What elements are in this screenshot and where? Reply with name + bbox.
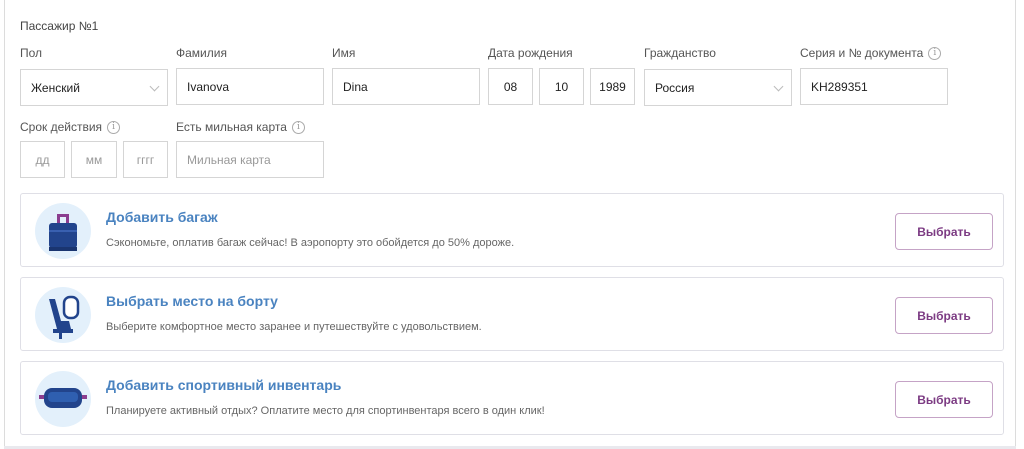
surname-label: Фамилия <box>176 46 227 60</box>
validity-year-placeholder: гггг <box>136 152 155 167</box>
birth-year-value: 1989 <box>599 79 626 94</box>
select-seat-button[interactable]: Выбрать <box>895 297 993 334</box>
info-icon[interactable]: i <box>291 120 305 134</box>
service-card-sports: Добавить спортивный инвентарь Планируете… <box>20 361 1004 435</box>
birth-month-input[interactable]: 10 <box>539 68 584 105</box>
select-sports-button[interactable]: Выбрать <box>895 381 993 418</box>
gender-select[interactable]: Женский <box>20 69 168 106</box>
passenger-title: Пассажир №1 <box>20 19 99 33</box>
gender-value: Женский <box>31 80 80 95</box>
birth-month-value: 10 <box>554 79 569 94</box>
info-icon[interactable]: i <box>107 120 121 134</box>
birth-year-input[interactable]: 1989 <box>590 68 635 105</box>
chevron-down-icon <box>773 81 784 92</box>
document-value: KH289351 <box>811 79 868 94</box>
info-icon[interactable]: i <box>928 46 942 60</box>
name-input[interactable]: Dina <box>332 68 480 105</box>
chevron-down-icon <box>149 81 160 92</box>
validity-label: Срок действия i <box>20 120 121 134</box>
document-input[interactable]: KH289351 <box>800 68 948 105</box>
citizenship-select[interactable]: Россия <box>644 69 792 106</box>
service-description: Планируете активный отдых? Оплатите мест… <box>106 405 545 417</box>
seat-icon <box>35 287 91 343</box>
gender-label: Пол <box>20 46 43 60</box>
validity-month-placeholder: мм <box>85 152 103 167</box>
citizenship-value: Россия <box>655 80 695 95</box>
service-title: Выбрать место на борту <box>106 293 278 309</box>
miles-card-input[interactable]: Мильная карта <box>176 141 324 178</box>
validity-day-input[interactable]: дд <box>20 141 65 178</box>
validity-day-placeholder: дд <box>35 152 50 167</box>
document-label: Серия и № документа i <box>800 46 942 60</box>
select-baggage-button[interactable]: Выбрать <box>895 213 993 250</box>
birth-day-input[interactable]: 08 <box>488 68 533 105</box>
service-description: Выберите комфортное место заранее и путе… <box>106 321 482 333</box>
validity-year-input[interactable]: гггг <box>123 141 168 178</box>
service-card-baggage: Добавить багаж Сэкономьте, оплатив багаж… <box>20 193 1004 267</box>
birthdate-label: Дата рождения <box>488 46 573 60</box>
service-card-seat: Выбрать место на борту Выберите комфортн… <box>20 277 1004 351</box>
miles-label: Есть мильная карта i <box>176 120 305 134</box>
ski-goggles-icon <box>35 371 91 427</box>
name-label: Имя <box>332 46 356 60</box>
validity-month-input[interactable]: мм <box>71 141 117 178</box>
citizenship-label: Гражданство <box>644 46 716 60</box>
service-description: Сэкономьте, оплатив багаж сейчас! В аэро… <box>106 237 515 249</box>
surname-value: Ivanova <box>187 79 230 94</box>
baggage-icon <box>35 203 91 259</box>
miles-card-placeholder: Мильная карта <box>187 152 271 167</box>
name-value: Dina <box>343 79 368 94</box>
service-title: Добавить багаж <box>106 209 218 225</box>
surname-input[interactable]: Ivanova <box>176 68 324 105</box>
birth-day-value: 08 <box>503 79 518 94</box>
service-title: Добавить спортивный инвентарь <box>106 377 342 393</box>
